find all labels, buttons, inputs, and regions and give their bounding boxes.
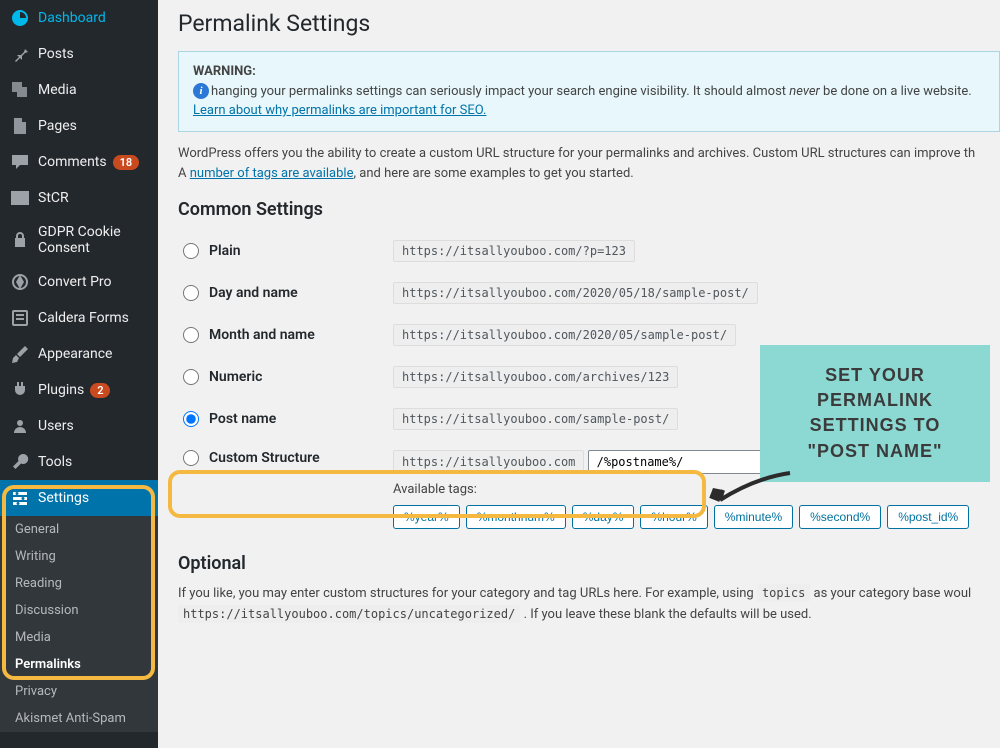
submenu-item-reading[interactable]: Reading <box>3 570 158 597</box>
sidebar-item-gdpr[interactable]: GDPR Cookie Consent <box>0 216 158 264</box>
warning-text-post: be done on a live website. <box>820 84 972 99</box>
submenu-item-permalinks[interactable]: Permalinks <box>3 651 158 678</box>
radio-custom[interactable] <box>183 450 199 466</box>
option-url: https://itsallyouboo.com/?p=123 <box>393 240 635 262</box>
option-url: https://itsallyouboo.com/2020/05/sample-… <box>393 324 736 346</box>
form-icon <box>10 308 30 328</box>
users-icon <box>10 416 30 436</box>
sidebar-item-label: GDPR Cookie Consent <box>38 224 148 256</box>
optional-heading: Optional <box>178 553 1000 574</box>
custom-prefix: https://itsallyouboo.com <box>393 450 584 474</box>
option-label: Day and name <box>209 285 298 301</box>
sidebar-item-appearance[interactable]: Appearance <box>0 336 158 372</box>
sidebar-item-caldera[interactable]: Caldera Forms <box>0 300 158 336</box>
sidebar-item-users[interactable]: Users <box>0 408 158 444</box>
lock-icon <box>10 230 30 250</box>
sidebar-item-dashboard[interactable]: Dashboard <box>0 0 158 36</box>
warning-label: WARNING: <box>193 64 256 79</box>
option-label: Post name <box>209 411 276 427</box>
radio-day-name[interactable] <box>183 285 199 301</box>
plugins-badge: 2 <box>90 383 110 398</box>
option-url: https://itsallyouboo.com/archives/123 <box>393 366 678 388</box>
common-settings-heading: Common Settings <box>178 199 1000 220</box>
radio-numeric[interactable] <box>183 369 199 385</box>
option-label: Month and name <box>209 327 315 343</box>
brush-icon <box>10 344 30 364</box>
tag-hour[interactable]: %hour% <box>640 505 707 529</box>
optional-text: If you like, you may enter custom struct… <box>178 584 1000 626</box>
submenu-item-discussion[interactable]: Discussion <box>3 597 158 624</box>
envelope-icon <box>10 188 30 208</box>
media-icon <box>10 80 30 100</box>
arrow-icon <box>705 468 795 518</box>
comment-icon <box>10 152 30 172</box>
option-url: https://itsallyouboo.com/2020/05/18/samp… <box>393 282 758 304</box>
warning-text-pre: hanging your permalinks settings can ser… <box>211 84 789 99</box>
info-icon: i <box>193 83 209 99</box>
intro-text: WordPress offers you the ability to crea… <box>178 144 1000 186</box>
sidebar-item-label: Media <box>38 82 77 98</box>
radio-plain[interactable] <box>183 243 199 259</box>
sidebar-item-comments[interactable]: Comments 18 <box>0 144 158 180</box>
option-label: Plain <box>209 243 241 259</box>
tags-link[interactable]: number of tags are available <box>190 166 354 181</box>
tag-day[interactable]: %day% <box>572 505 635 529</box>
sidebar-item-label: Appearance <box>38 346 112 362</box>
sidebar-item-label: Posts <box>38 46 74 62</box>
option-url: https://itsallyouboo.com/sample-post/ <box>393 408 678 430</box>
option-day-name: Day and name https://itsallyouboo.com/20… <box>178 272 1000 314</box>
admin-sidebar: Dashboard Posts Media Pages Comments 18 … <box>0 0 158 748</box>
submenu-item-akismet[interactable]: Akismet Anti-Spam <box>3 705 158 732</box>
sidebar-item-stcr[interactable]: StCR <box>0 180 158 216</box>
sidebar-item-label: Tools <box>38 454 72 470</box>
option-plain: Plain https://itsallyouboo.com/?p=123 <box>178 230 1000 272</box>
plug-icon <box>10 380 30 400</box>
sidebar-item-label: Comments <box>38 154 107 170</box>
target-icon <box>10 272 30 292</box>
tag-monthnum[interactable]: %monthnum% <box>466 505 566 529</box>
sidebar-item-settings[interactable]: Settings <box>0 480 158 516</box>
sidebar-item-label: Caldera Forms <box>38 310 129 326</box>
warning-link[interactable]: Learn about why permalinks are important… <box>193 103 486 118</box>
sidebar-item-label: Settings <box>38 490 89 506</box>
submenu-item-general[interactable]: General <box>3 516 158 543</box>
submenu-item-media[interactable]: Media <box>3 624 158 651</box>
settings-submenu: General Writing Reading Discussion Media… <box>0 516 158 732</box>
sidebar-item-pages[interactable]: Pages <box>0 108 158 144</box>
sidebar-item-label: Pages <box>38 118 77 134</box>
callout-box: SET YOUR PERMALINK SETTINGS TO "POST NAM… <box>760 345 990 482</box>
warning-never: never <box>789 84 820 99</box>
sidebar-item-posts[interactable]: Posts <box>0 36 158 72</box>
tag-second[interactable]: %second% <box>799 505 881 529</box>
option-label: Custom Structure <box>209 450 320 466</box>
page-icon <box>10 116 30 136</box>
settings-icon <box>10 488 30 508</box>
dashboard-icon <box>10 8 30 28</box>
wrench-icon <box>10 452 30 472</box>
page-title: Permalink Settings <box>178 10 1000 37</box>
tag-postid[interactable]: %post_id% <box>887 505 969 529</box>
available-tags-label: Available tags: <box>393 482 969 497</box>
tags-row: %year% %monthnum% %day% %hour% %minute% … <box>393 505 969 529</box>
sidebar-item-media[interactable]: Media <box>0 72 158 108</box>
radio-month-name[interactable] <box>183 327 199 343</box>
sidebar-item-tools[interactable]: Tools <box>0 444 158 480</box>
submenu-item-privacy[interactable]: Privacy <box>3 678 158 705</box>
sidebar-item-label: Dashboard <box>38 10 106 26</box>
radio-post-name[interactable] <box>183 411 199 427</box>
option-label: Numeric <box>209 369 262 385</box>
comments-badge: 18 <box>113 155 140 170</box>
pin-icon <box>10 44 30 64</box>
warning-notice: WARNING: ihanging your permalinks settin… <box>178 51 1000 132</box>
tag-year[interactable]: %year% <box>393 505 460 529</box>
sidebar-item-label: StCR <box>38 190 69 206</box>
sidebar-item-plugins[interactable]: Plugins 2 <box>0 372 158 408</box>
sidebar-item-label: Plugins <box>38 382 84 398</box>
sidebar-item-label: Convert Pro <box>38 274 112 290</box>
sidebar-item-convertpro[interactable]: Convert Pro <box>0 264 158 300</box>
sidebar-item-label: Users <box>38 418 74 434</box>
submenu-item-writing[interactable]: Writing <box>3 543 158 570</box>
